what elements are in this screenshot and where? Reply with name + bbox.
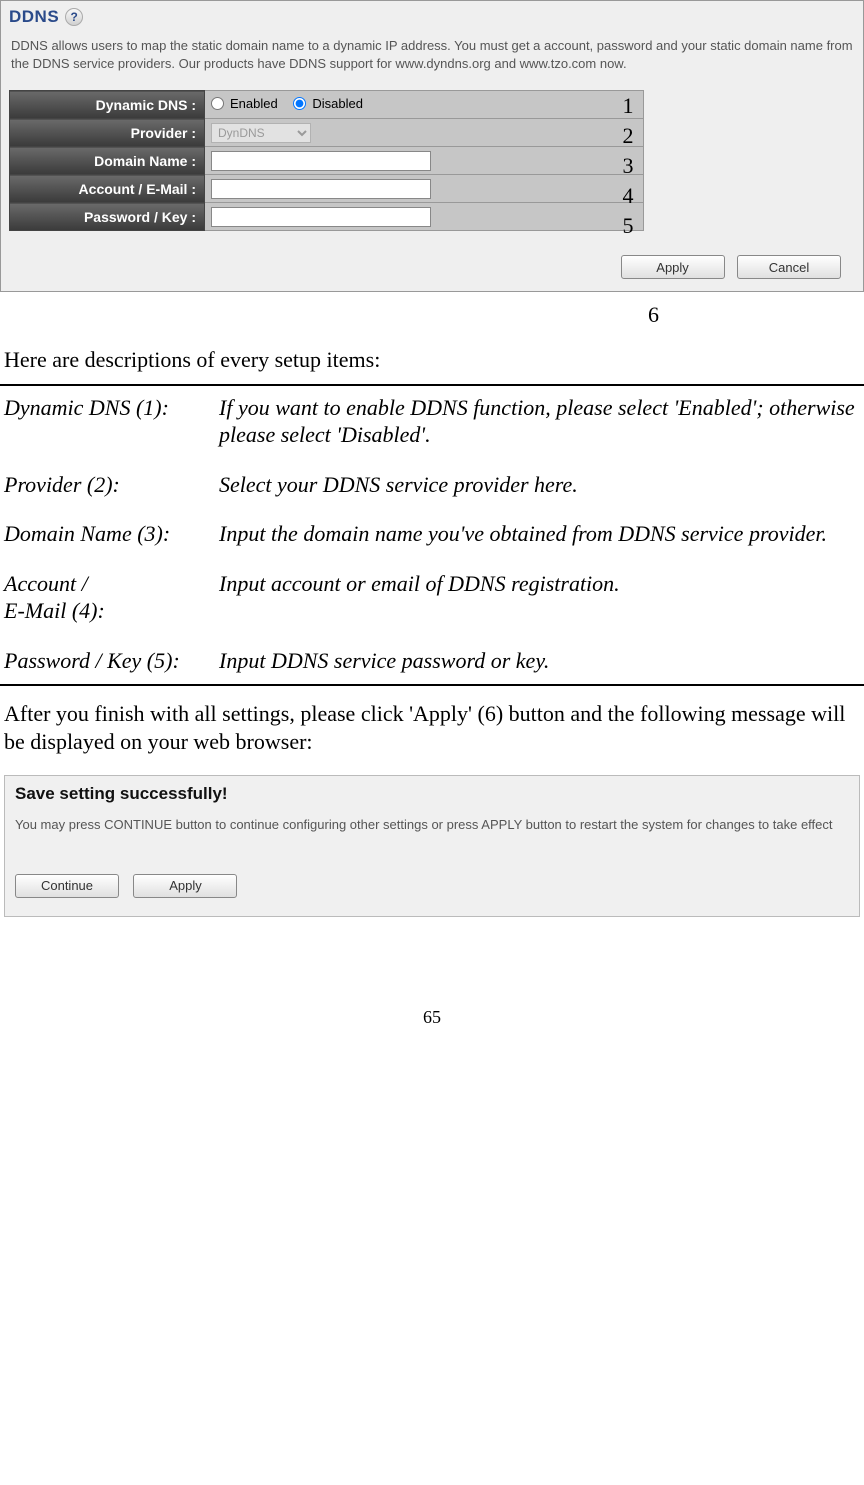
annot-1: 1 — [623, 93, 634, 119]
button-row: Apply Cancel — [3, 231, 861, 283]
annot-4: 4 — [623, 183, 634, 209]
annot-2: 2 — [623, 123, 634, 149]
annot-6: 6 — [0, 302, 864, 328]
annot-5: 5 — [623, 213, 634, 239]
cell-domain-name: 3 — [205, 147, 644, 175]
apply-button[interactable]: Apply — [621, 255, 725, 279]
desc-text-4: Input account or email of DDNS registrat… — [219, 570, 860, 625]
cell-account-email: 4 — [205, 175, 644, 203]
desc-text-5: Input DDNS service password or key. — [219, 647, 860, 675]
radio-enabled-label: Enabled — [230, 96, 278, 111]
save-apply-button[interactable]: Apply — [133, 874, 237, 898]
cell-dynamic-dns: Enabled Disabled 1 — [205, 91, 644, 119]
descriptions-block: Dynamic DNS (1): If you want to enable D… — [0, 394, 864, 675]
desc-label-5: Password / Key (5): — [4, 647, 219, 675]
desc-text-2: Select your DDNS service provider here. — [219, 471, 860, 499]
desc-label-2: Provider (2): — [4, 471, 219, 499]
label-password-key: Password / Key : — [10, 203, 205, 231]
radio-enabled-wrap[interactable]: Enabled — [211, 96, 278, 111]
label-provider: Provider : — [10, 119, 205, 147]
page-number: 65 — [0, 1007, 864, 1042]
label-account-email: Account / E-Mail : — [10, 175, 205, 203]
panel-intro-text: DDNS allows users to map the static doma… — [3, 31, 861, 90]
radio-disabled-wrap[interactable]: Disabled — [293, 96, 363, 111]
provider-select[interactable]: DynDNS — [211, 123, 311, 143]
save-panel: Save setting successfully! You may press… — [4, 775, 860, 917]
domain-name-input[interactable] — [211, 151, 431, 171]
radio-disabled-label: Disabled — [312, 96, 363, 111]
radio-disabled[interactable] — [293, 97, 306, 110]
password-key-input[interactable] — [211, 207, 431, 227]
desc-divider-top — [0, 384, 864, 386]
after-text: After you finish with all settings, plea… — [0, 700, 864, 755]
desc-label-1: Dynamic DNS (1): — [4, 394, 219, 449]
panel-title-bar: DDNS ? — [3, 3, 861, 31]
desc-label-4: Account / E-Mail (4): — [4, 570, 219, 625]
annot-3: 3 — [623, 153, 634, 179]
panel-title: DDNS — [9, 7, 59, 27]
desc-text-3: Input the domain name you've obtained fr… — [219, 520, 860, 548]
account-email-input[interactable] — [211, 179, 431, 199]
label-dynamic-dns: Dynamic DNS : — [10, 91, 205, 119]
desc-divider-bottom — [0, 684, 864, 686]
radio-enabled[interactable] — [211, 97, 224, 110]
save-text: You may press CONTINUE button to continu… — [15, 816, 849, 834]
continue-button[interactable]: Continue — [15, 874, 119, 898]
cell-provider: DynDNS 2 — [205, 119, 644, 147]
ddns-form-table: Dynamic DNS : Enabled Disabled 1 Provide… — [9, 90, 644, 231]
save-buttons: Continue Apply — [15, 874, 849, 898]
ddns-panel: DDNS ? DDNS allows users to map the stat… — [0, 0, 864, 292]
desc-label-3: Domain Name (3): — [4, 520, 219, 548]
cancel-button[interactable]: Cancel — [737, 255, 841, 279]
help-icon[interactable]: ? — [65, 8, 83, 26]
save-title: Save setting successfully! — [15, 784, 849, 804]
label-domain-name: Domain Name : — [10, 147, 205, 175]
desc-text-1: If you want to enable DDNS function, ple… — [219, 394, 860, 449]
cell-password-key: 5 — [205, 203, 644, 231]
descriptions-intro: Here are descriptions of every setup ite… — [0, 346, 864, 374]
